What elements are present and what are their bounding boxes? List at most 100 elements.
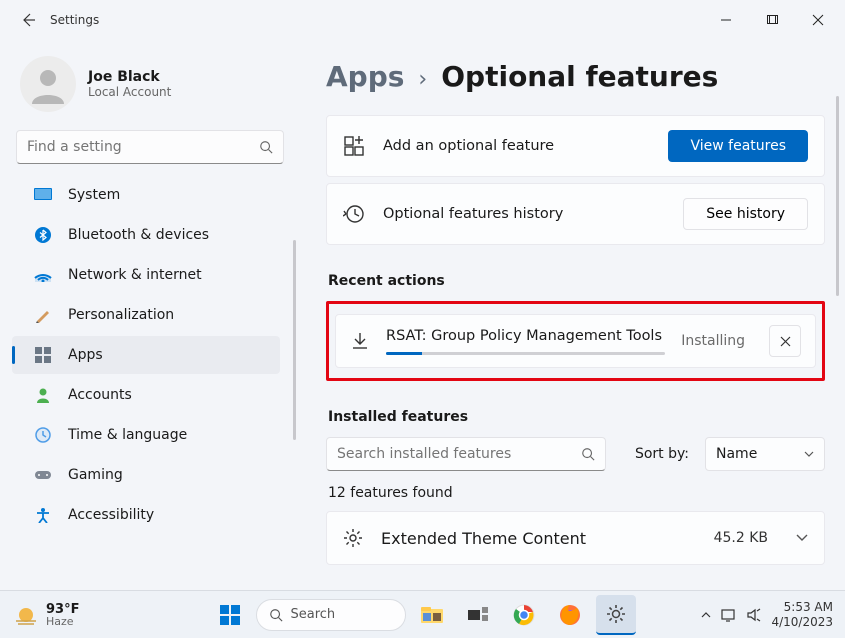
recent-actions-heading: Recent actions bbox=[328, 273, 825, 289]
taskbar-explorer[interactable] bbox=[412, 595, 452, 635]
find-setting-input[interactable] bbox=[27, 139, 259, 155]
windows-icon bbox=[219, 604, 241, 626]
taskbar-date: 4/10/2023 bbox=[771, 615, 833, 629]
sidebar-scrollbar[interactable] bbox=[293, 240, 296, 440]
gear-icon bbox=[606, 604, 626, 624]
sidebar-item-privacy[interactable]: Privacy & security bbox=[12, 536, 280, 544]
taskbar-search[interactable]: Search bbox=[256, 599, 406, 631]
back-button[interactable] bbox=[20, 12, 36, 28]
taskbar-taskview[interactable] bbox=[458, 595, 498, 635]
system-icon bbox=[34, 186, 52, 204]
x-icon bbox=[780, 336, 791, 347]
history-icon bbox=[343, 203, 365, 225]
sidebar-item-apps[interactable]: Apps bbox=[12, 336, 280, 374]
avatar bbox=[20, 56, 76, 112]
breadcrumb-parent[interactable]: Apps bbox=[326, 60, 404, 93]
sidebar-item-label: Gaming bbox=[68, 467, 123, 483]
taskbar: 93°F Haze Search 5:53 AM bbox=[0, 590, 845, 638]
feature-name: Extended Theme Content bbox=[381, 529, 586, 548]
sidebar-item-label: Personalization bbox=[68, 307, 174, 323]
nav: System Bluetooth & devices Network & int… bbox=[0, 174, 300, 544]
sidebar-item-gaming[interactable]: Gaming bbox=[12, 456, 280, 494]
sidebar: Joe Black Local Account System Bluetooth… bbox=[0, 40, 300, 590]
main-scrollbar[interactable] bbox=[836, 96, 839, 296]
progress-fill bbox=[386, 352, 422, 355]
sidebar-item-time[interactable]: Time & language bbox=[12, 416, 280, 454]
personalization-icon bbox=[34, 306, 52, 324]
features-count: 12 features found bbox=[328, 485, 825, 501]
progress-bar bbox=[386, 352, 665, 355]
taskbar-firefox[interactable] bbox=[550, 595, 590, 635]
search-installed-input[interactable] bbox=[337, 446, 581, 462]
chevron-down-icon bbox=[796, 534, 808, 542]
accounts-icon bbox=[34, 386, 52, 404]
search-installed-features[interactable] bbox=[326, 437, 606, 471]
gaming-icon bbox=[34, 466, 52, 484]
chrome-icon bbox=[513, 604, 535, 626]
history-title: Optional features history bbox=[383, 206, 563, 222]
time-icon bbox=[34, 426, 52, 444]
window-title: Settings bbox=[50, 13, 99, 27]
accessibility-icon bbox=[34, 506, 52, 524]
feature-item[interactable]: Extended Theme Content 45.2 KB bbox=[326, 511, 825, 565]
recent-action-card: RSAT: Group Policy Management Tools Inst… bbox=[335, 314, 816, 368]
breadcrumb: Apps › Optional features bbox=[326, 44, 825, 115]
sidebar-item-label: Time & language bbox=[68, 427, 187, 443]
chevron-right-icon: › bbox=[418, 67, 427, 92]
sidebar-item-personalization[interactable]: Personalization bbox=[12, 296, 280, 334]
taskbar-search-label: Search bbox=[291, 607, 336, 622]
find-setting-search[interactable] bbox=[16, 130, 284, 164]
highlighted-area: RSAT: Group Policy Management Tools Inst… bbox=[326, 301, 825, 381]
sidebar-item-label: Apps bbox=[68, 347, 103, 363]
cancel-install-button[interactable] bbox=[769, 325, 801, 357]
taskbar-chrome[interactable] bbox=[504, 595, 544, 635]
maximize-icon bbox=[766, 14, 778, 26]
maximize-button[interactable] bbox=[749, 4, 795, 36]
sidebar-item-accessibility[interactable]: Accessibility bbox=[12, 496, 280, 534]
add-feature-icon bbox=[343, 135, 365, 157]
volume-tray-icon[interactable] bbox=[747, 608, 761, 622]
feature-size: 45.2 KB bbox=[714, 530, 768, 546]
main-content: Apps › Optional features Add an optional… bbox=[300, 40, 845, 590]
bluetooth-icon bbox=[34, 226, 52, 244]
sidebar-item-network[interactable]: Network & internet bbox=[12, 256, 280, 294]
profile-name: Joe Black bbox=[88, 69, 171, 85]
titlebar: Settings bbox=[0, 0, 845, 40]
recent-action-status: Installing bbox=[681, 333, 745, 349]
sidebar-item-bluetooth[interactable]: Bluetooth & devices bbox=[12, 216, 280, 254]
feature-icon bbox=[343, 528, 363, 548]
taskview-icon bbox=[468, 607, 488, 623]
installed-features-heading: Installed features bbox=[328, 409, 825, 425]
taskbar-temp: 93°F bbox=[46, 603, 79, 616]
sidebar-item-label: System bbox=[68, 187, 120, 203]
taskbar-settings[interactable] bbox=[596, 595, 636, 635]
download-icon bbox=[350, 331, 370, 351]
sidebar-item-accounts[interactable]: Accounts bbox=[12, 376, 280, 414]
view-features-button[interactable]: View features bbox=[668, 130, 808, 162]
chevron-down-icon bbox=[804, 451, 814, 457]
add-feature-card: Add an optional feature View features bbox=[326, 115, 825, 177]
see-history-button[interactable]: See history bbox=[683, 198, 808, 230]
network-icon bbox=[34, 266, 52, 284]
arrow-left-icon bbox=[20, 12, 36, 28]
network-tray-icon[interactable] bbox=[721, 608, 737, 622]
recent-action-name: RSAT: Group Policy Management Tools bbox=[386, 328, 665, 344]
breadcrumb-current: Optional features bbox=[441, 60, 718, 93]
taskbar-condition: Haze bbox=[46, 616, 79, 627]
sidebar-item-label: Bluetooth & devices bbox=[68, 227, 209, 243]
taskbar-clock[interactable]: 5:53 AM 4/10/2023 bbox=[771, 600, 833, 629]
add-feature-title: Add an optional feature bbox=[383, 138, 554, 154]
sidebar-item-system[interactable]: System bbox=[12, 176, 280, 214]
minimize-button[interactable] bbox=[703, 4, 749, 36]
weather-icon bbox=[14, 603, 38, 627]
firefox-icon bbox=[559, 604, 581, 626]
taskbar-weather[interactable]: 93°F Haze bbox=[0, 603, 79, 627]
search-icon bbox=[259, 140, 273, 154]
sidebar-item-label: Accounts bbox=[68, 387, 132, 403]
search-icon bbox=[269, 608, 283, 622]
sort-by-select[interactable]: Name bbox=[705, 437, 825, 471]
chevron-up-icon[interactable] bbox=[701, 611, 711, 619]
profile[interactable]: Joe Black Local Account bbox=[0, 48, 300, 130]
close-button[interactable] bbox=[795, 4, 841, 36]
start-button[interactable] bbox=[210, 595, 250, 635]
